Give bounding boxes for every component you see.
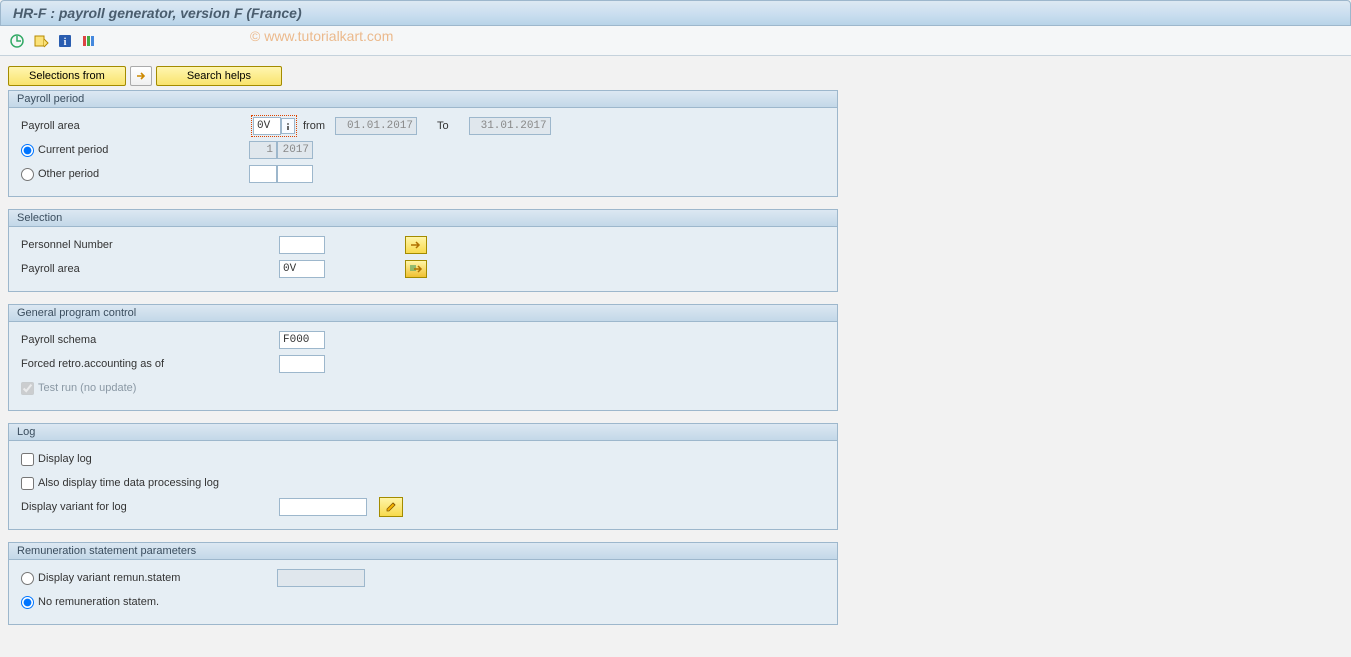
payroll-area-label: Payroll area xyxy=(21,120,251,132)
other-period-label: Other period xyxy=(38,168,99,180)
info-icon[interactable]: i xyxy=(56,32,74,50)
display-log-checkbox[interactable] xyxy=(21,453,34,466)
action-button-row: Selections from Search helps xyxy=(8,66,1343,86)
current-period-num-input xyxy=(249,141,277,159)
payroll-area-sel-label: Payroll area xyxy=(21,263,279,275)
panel-header: Remuneration statement parameters xyxy=(9,543,837,560)
payroll-area-input[interactable] xyxy=(253,117,281,135)
panel-remuneration: Remuneration statement parameters Displa… xyxy=(8,542,838,625)
page-title-bar: HR-F : payroll generator, version F (Fra… xyxy=(0,0,1351,26)
personnel-number-label: Personnel Number xyxy=(21,239,279,251)
display-variant-remun-label: Display variant remun.statem xyxy=(38,572,180,584)
panel-header: Payroll period xyxy=(9,91,837,108)
test-run-checkbox xyxy=(21,382,34,395)
watermark: © www.tutorialkart.com xyxy=(250,28,393,44)
search-helps-button[interactable]: Search helps xyxy=(156,66,282,86)
payroll-area-input-wrap xyxy=(251,115,297,137)
display-variant-remun-radio[interactable] xyxy=(21,572,34,585)
other-period-num-input[interactable] xyxy=(249,165,277,183)
from-date-input xyxy=(335,117,417,135)
current-period-label: Current period xyxy=(38,144,108,156)
payroll-schema-label: Payroll schema xyxy=(21,334,279,346)
content-area: Selections from Search helps Payroll per… xyxy=(0,56,1351,657)
other-period-year-input[interactable] xyxy=(277,165,313,183)
edit-icon[interactable] xyxy=(379,497,403,517)
panel-selection: Selection Personnel Number Payroll area xyxy=(8,209,838,292)
log-variant-input[interactable] xyxy=(279,498,367,516)
current-period-radio[interactable] xyxy=(21,144,34,157)
no-remun-label: No remuneration statem. xyxy=(38,596,159,608)
svg-text:i: i xyxy=(64,37,67,48)
variant-icon[interactable] xyxy=(32,32,50,50)
page-title: HR-F : payroll generator, version F (Fra… xyxy=(13,5,302,21)
display-log-label: Display log xyxy=(38,453,92,465)
payroll-area-sel-input[interactable] xyxy=(279,260,325,278)
forced-retro-label: Forced retro.accounting as of xyxy=(21,358,279,370)
panel-log: Log Display log Also display time data p… xyxy=(8,423,838,530)
f4-help-icon[interactable] xyxy=(281,118,295,134)
app-toolbar: i © www.tutorialkart.com xyxy=(0,26,1351,56)
multiple-selection-icon[interactable] xyxy=(405,236,427,254)
to-date-input xyxy=(469,117,551,135)
other-period-radio[interactable] xyxy=(21,168,34,181)
multiple-selection-icon[interactable] xyxy=(405,260,427,278)
payroll-schema-input[interactable] xyxy=(279,331,325,349)
from-label: from xyxy=(303,120,325,132)
current-period-year-input xyxy=(277,141,313,159)
panel-general: General program control Payroll schema F… xyxy=(8,304,838,411)
to-label: To xyxy=(437,120,449,132)
also-display-label: Also display time data processing log xyxy=(38,477,219,489)
no-remun-radio[interactable] xyxy=(21,596,34,609)
log-variant-label: Display variant for log xyxy=(21,501,279,513)
display-variant-remun-input xyxy=(277,569,365,587)
panel-header: Log xyxy=(9,424,837,441)
selections-from-button[interactable]: Selections from xyxy=(8,66,126,86)
execute-icon[interactable] xyxy=(8,32,26,50)
panel-header: Selection xyxy=(9,210,837,227)
test-run-label: Test run (no update) xyxy=(38,382,136,394)
also-display-checkbox[interactable] xyxy=(21,477,34,490)
panel-payroll-period: Payroll period Payroll area from To Curr… xyxy=(8,90,838,197)
arrow-right-button[interactable] xyxy=(130,66,152,86)
forced-retro-input[interactable] xyxy=(279,355,325,373)
list-icon[interactable] xyxy=(80,32,98,50)
panel-header: General program control xyxy=(9,305,837,322)
personnel-number-input[interactable] xyxy=(279,236,325,254)
